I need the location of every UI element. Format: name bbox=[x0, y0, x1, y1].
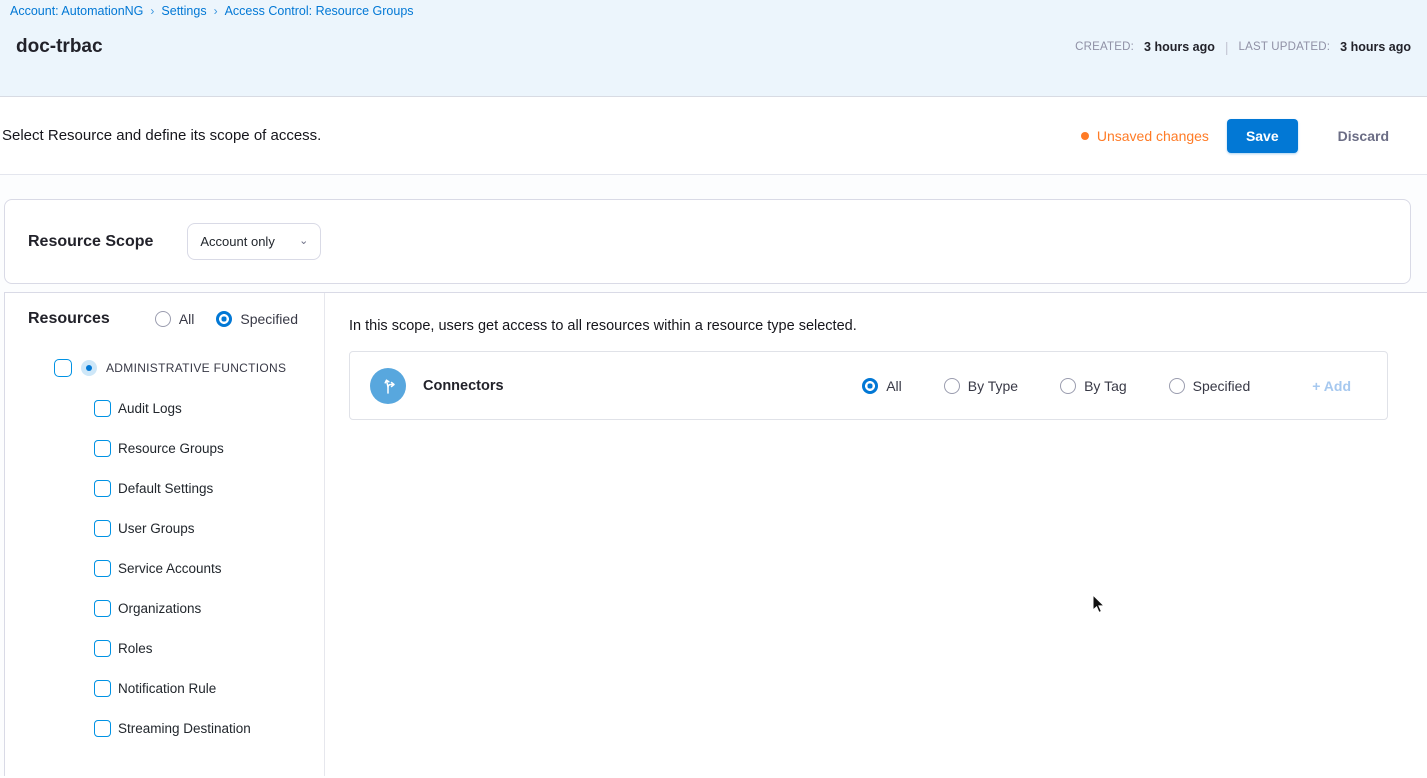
connectors-by-tag-label: By Tag bbox=[1084, 378, 1127, 394]
resource-scope-card: Resource Scope Account only ⌄ bbox=[4, 199, 1411, 284]
tree-item-label: Notification Rule bbox=[117, 681, 216, 696]
discard-button[interactable]: Discard bbox=[1328, 119, 1399, 153]
resources-sidebar: Resources All Specified ADMINIST bbox=[5, 293, 325, 776]
tree-item-label: Streaming Destination bbox=[117, 721, 251, 736]
group-dot-icon bbox=[81, 360, 97, 376]
item-checkbox[interactable] bbox=[94, 560, 111, 577]
breadcrumb: Account: AutomationNG › Settings › Acces… bbox=[0, 0, 1427, 18]
tree-item[interactable]: Notification Rule bbox=[5, 668, 324, 708]
unsaved-dot-icon bbox=[1081, 132, 1089, 140]
page-title: doc-trbac bbox=[16, 36, 103, 58]
breadcrumb-separator-icon: › bbox=[150, 4, 154, 18]
resources-mode-radio-group: All Specified bbox=[155, 311, 298, 327]
resources-title: Resources bbox=[28, 310, 110, 328]
header-meta: CREATED: 3 hours ago | LAST UPDATED: 3 h… bbox=[1075, 39, 1411, 55]
breadcrumb-resource-groups-link[interactable]: Access Control: Resource Groups bbox=[225, 4, 414, 18]
tree-item[interactable]: Streaming Destination bbox=[5, 708, 324, 748]
tree-item-label: User Groups bbox=[117, 521, 195, 536]
page-header: Account: AutomationNG › Settings › Acces… bbox=[0, 0, 1427, 97]
radio-icon bbox=[1169, 378, 1185, 394]
created-value: 3 hours ago bbox=[1144, 40, 1215, 54]
radio-icon bbox=[1060, 378, 1076, 394]
created-label: CREATED: bbox=[1075, 41, 1134, 53]
tree-item[interactable]: Resource Groups bbox=[5, 428, 324, 468]
resource-tree: ADMINISTRATIVE FUNCTIONS Audit Logs Reso… bbox=[5, 348, 324, 748]
tree-item-label: Default Settings bbox=[117, 481, 213, 496]
unsaved-changes-label: Unsaved changes bbox=[1097, 128, 1209, 144]
resources-all-radio[interactable]: All bbox=[155, 311, 195, 327]
resources-specified-radio[interactable]: Specified bbox=[216, 311, 298, 327]
item-checkbox[interactable] bbox=[94, 440, 111, 457]
item-checkbox[interactable] bbox=[94, 600, 111, 617]
item-checkbox[interactable] bbox=[94, 520, 111, 537]
scope-detail-panel: In this scope, users get access to all r… bbox=[325, 293, 1427, 776]
radio-icon bbox=[155, 311, 171, 327]
tree-item[interactable]: Service Accounts bbox=[5, 548, 324, 588]
connectors-by-type-radio[interactable]: By Type bbox=[944, 378, 1018, 394]
breadcrumb-separator-icon: › bbox=[214, 4, 218, 18]
scope-description: In this scope, users get access to all r… bbox=[349, 318, 1388, 334]
breadcrumb-account-link[interactable]: Account: AutomationNG bbox=[10, 4, 143, 18]
connectors-by-type-label: By Type bbox=[968, 378, 1018, 394]
resource-scope-label: Resource Scope bbox=[28, 233, 153, 251]
meta-divider: | bbox=[1225, 39, 1229, 55]
connectors-all-radio[interactable]: All bbox=[862, 378, 902, 394]
connectors-all-label: All bbox=[886, 378, 902, 394]
tree-item[interactable]: Organizations bbox=[5, 588, 324, 628]
connectors-icon bbox=[370, 368, 406, 404]
breadcrumb-settings-link[interactable]: Settings bbox=[161, 4, 206, 18]
connectors-resource-row: Connectors All By Type By Tag bbox=[349, 351, 1388, 420]
tree-item-label: Service Accounts bbox=[117, 561, 222, 576]
connectors-by-tag-radio[interactable]: By Tag bbox=[1060, 378, 1127, 394]
radio-checked-icon bbox=[862, 378, 878, 394]
tree-item-label: Organizations bbox=[117, 601, 201, 616]
tree-group-administrative-functions[interactable]: ADMINISTRATIVE FUNCTIONS bbox=[5, 348, 324, 388]
item-checkbox[interactable] bbox=[94, 480, 111, 497]
last-updated-value: 3 hours ago bbox=[1340, 40, 1411, 54]
item-checkbox[interactable] bbox=[94, 640, 111, 657]
tree-item[interactable]: User Groups bbox=[5, 508, 324, 548]
resource-scope-dropdown[interactable]: Account only ⌄ bbox=[187, 223, 321, 260]
group-checkbox[interactable] bbox=[54, 359, 72, 377]
add-resources-link[interactable]: + Add bbox=[1312, 378, 1351, 394]
item-checkbox[interactable] bbox=[94, 720, 111, 737]
connectors-specified-label: Specified bbox=[1193, 378, 1251, 394]
tree-item-list: Audit Logs Resource Groups Default Setti… bbox=[5, 388, 324, 748]
main-content: Resource Scope Account only ⌄ Resources … bbox=[0, 175, 1427, 776]
item-checkbox[interactable] bbox=[94, 400, 111, 417]
toolbar-description: Select Resource and define its scope of … bbox=[2, 127, 321, 144]
tree-item[interactable]: Roles bbox=[5, 628, 324, 668]
connectors-scope-radio-group: All By Type By Tag Specified bbox=[862, 378, 1250, 394]
group-label: ADMINISTRATIVE FUNCTIONS bbox=[106, 361, 286, 375]
radio-icon bbox=[944, 378, 960, 394]
tree-item-label: Resource Groups bbox=[117, 441, 224, 456]
resources-panel: Resources All Specified ADMINIST bbox=[4, 292, 1427, 776]
tree-item[interactable]: Default Settings bbox=[5, 468, 324, 508]
resource-name: Connectors bbox=[423, 378, 504, 394]
resource-scope-selected-value: Account only bbox=[200, 234, 274, 249]
resources-specified-label: Specified bbox=[240, 311, 298, 327]
action-toolbar: Select Resource and define its scope of … bbox=[0, 97, 1427, 175]
resources-all-label: All bbox=[179, 311, 195, 327]
unsaved-changes-indicator: Unsaved changes bbox=[1081, 128, 1209, 144]
tree-item-label: Roles bbox=[117, 641, 153, 656]
last-updated-label: LAST UPDATED: bbox=[1239, 41, 1331, 53]
chevron-down-icon: ⌄ bbox=[299, 236, 308, 247]
save-button[interactable]: Save bbox=[1227, 119, 1298, 153]
item-checkbox[interactable] bbox=[94, 680, 111, 697]
radio-checked-icon bbox=[216, 311, 232, 327]
tree-item-label: Audit Logs bbox=[117, 401, 182, 416]
tree-item[interactable]: Audit Logs bbox=[5, 388, 324, 428]
connectors-specified-radio[interactable]: Specified bbox=[1169, 378, 1251, 394]
